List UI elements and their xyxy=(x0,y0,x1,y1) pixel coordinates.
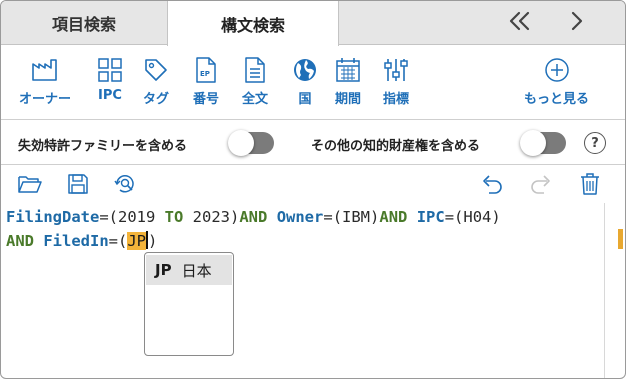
autocomplete-item[interactable]: JP 日本 xyxy=(146,255,232,285)
redo-icon[interactable] xyxy=(528,172,554,196)
toggle-knob xyxy=(520,130,546,156)
globe-icon xyxy=(292,56,318,84)
toolbar-country-button[interactable]: 国 xyxy=(292,56,318,107)
field-toolbar: オーナー IPC タグ EP 番号 全文 国 期間 指標 もっと見る xyxy=(1,46,625,118)
toolbar-divider xyxy=(1,119,625,120)
autocomplete-code: JP xyxy=(155,261,172,279)
history-search-icon[interactable] xyxy=(113,172,139,196)
query-field-filedin: FiledIn xyxy=(43,232,109,250)
calendar-icon xyxy=(335,56,361,84)
toolbar-ipc-button[interactable]: IPC xyxy=(97,56,123,103)
scrollbar-marker xyxy=(618,229,623,249)
options-divider xyxy=(1,164,625,165)
query-operator-and: AND xyxy=(6,232,34,250)
factory-icon xyxy=(31,56,59,84)
toolbar-number-button[interactable]: EP 番号 xyxy=(193,56,219,107)
trash-icon[interactable] xyxy=(577,172,603,196)
sliders-icon xyxy=(383,56,409,84)
query-line-2: AND FiledIn=(JP) xyxy=(6,229,157,253)
toolbar-owner-button[interactable]: オーナー xyxy=(19,56,71,107)
query-token: IPC xyxy=(416,208,445,226)
query-token: TO xyxy=(164,208,184,226)
tab-syntax-search[interactable]: 構文検索 xyxy=(167,1,339,46)
tab-item-search[interactable]: 項目検索 xyxy=(1,1,167,45)
ep-document-icon: EP xyxy=(194,56,218,84)
query-token: 2019 xyxy=(118,208,165,226)
other-ip-toggle[interactable] xyxy=(520,130,566,156)
plus-circle-icon xyxy=(544,56,570,84)
double-chevron-left-icon[interactable] xyxy=(502,5,538,37)
query-line-1: FilingDate=(2019 TO 2023)AND Owner=(IBM)… xyxy=(6,205,501,229)
save-icon[interactable] xyxy=(65,172,91,196)
search-panel: 項目検索 構文検索 オーナー IPC タグ EP 番号 全文 国 期間 指標 も… xyxy=(0,0,626,379)
help-icon[interactable]: ? xyxy=(584,132,606,154)
toolbar-tag-button[interactable]: タグ xyxy=(143,56,169,107)
autocomplete-country-name: 日本 xyxy=(181,261,212,280)
query-token: AND xyxy=(239,208,268,226)
folder-open-icon[interactable] xyxy=(17,172,43,196)
expired-family-toggle[interactable] xyxy=(228,130,274,156)
editor-scrollbar[interactable] xyxy=(604,203,605,378)
query-open-paren: =( xyxy=(108,232,128,250)
autocomplete-popup: JP 日本 xyxy=(144,252,234,356)
undo-icon[interactable] xyxy=(479,172,505,196)
query-close-paren: ) xyxy=(148,232,158,250)
toolbar-period-button[interactable]: 期間 xyxy=(335,56,361,107)
query-token: Owner xyxy=(276,208,324,226)
toggle-knob xyxy=(228,130,254,156)
query-token xyxy=(267,208,276,226)
other-ip-label: その他の知的財産権を含める xyxy=(311,139,481,154)
toolbar-fulltext-button[interactable]: 全文 xyxy=(242,56,268,107)
query-token: =( xyxy=(99,208,118,226)
query-editor[interactable]: FilingDate=(2019 TO 2023)AND Owner=(IBM)… xyxy=(1,203,604,378)
query-selected-token: JP xyxy=(127,232,147,250)
grid-icon xyxy=(97,56,123,84)
query-token: FilingDate xyxy=(6,208,100,226)
chevron-right-icon[interactable] xyxy=(559,5,595,37)
tag-icon xyxy=(143,56,169,84)
query-token: 2023) xyxy=(183,208,240,226)
svg-text:EP: EP xyxy=(200,70,210,78)
toolbar-more-button[interactable]: もっと見る xyxy=(524,56,589,107)
expired-family-label: 失効特許ファミリーを含める xyxy=(18,139,188,154)
query-token: =(H04) xyxy=(444,208,501,226)
query-token: =(IBM) xyxy=(323,208,380,226)
document-icon xyxy=(243,56,267,84)
query-token xyxy=(407,208,416,226)
tab-bar: 項目検索 構文検索 xyxy=(1,1,625,46)
query-token: AND xyxy=(379,208,408,226)
toolbar-indicator-button[interactable]: 指標 xyxy=(383,56,409,107)
